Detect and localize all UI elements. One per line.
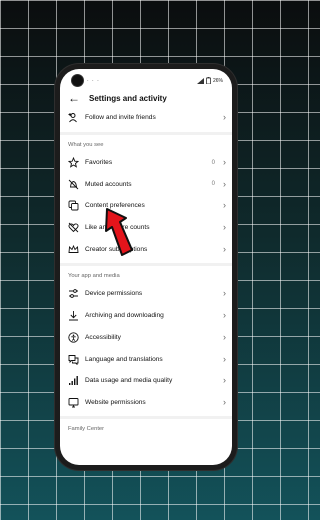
crown-icon <box>68 244 79 255</box>
favorites-count: 0 <box>211 159 215 166</box>
monitor-icon <box>68 397 79 408</box>
back-arrow-icon[interactable]: ← <box>68 92 86 104</box>
chevron-right-icon: › <box>223 310 226 321</box>
divider <box>60 131 232 135</box>
phone-frame: · · · 26% ← Settings and activity Follow… <box>55 64 237 470</box>
download-icon <box>68 310 79 321</box>
signal-icon <box>68 375 79 386</box>
accessibility-label: Accessibility <box>85 333 121 341</box>
chevron-right-icon: › <box>223 178 226 189</box>
add-person-icon <box>68 112 79 123</box>
language-translations-label: Language and translations <box>85 355 163 363</box>
archiving-downloading-label: Archiving and downloading <box>85 312 164 320</box>
muted-accounts-item[interactable]: Muted accounts 0 › <box>60 173 232 195</box>
like-share-counts-item[interactable]: Like and share counts › <box>60 217 232 239</box>
muted-accounts-count: 0 <box>211 181 215 188</box>
language-translations-item[interactable]: Language and translations › <box>60 348 232 370</box>
chevron-right-icon: › <box>223 331 226 342</box>
section-app-media: Your app and media <box>68 273 120 280</box>
muted-bell-icon <box>68 179 79 190</box>
website-permissions-item[interactable]: Website permissions › <box>60 392 232 414</box>
heart-off-icon <box>68 222 79 233</box>
archiving-downloading-item[interactable]: Archiving and downloading › <box>60 305 232 327</box>
chevron-right-icon: › <box>223 375 226 386</box>
content-preferences-item[interactable]: Content preferences › <box>60 195 232 217</box>
red-pointer-arrow-icon <box>105 208 133 256</box>
content-icon <box>68 200 79 211</box>
battery-level: 26% <box>212 77 223 84</box>
accessibility-item[interactable]: Accessibility › <box>60 327 232 349</box>
battery-icon <box>206 77 211 84</box>
data-usage-label: Data usage and media quality <box>85 377 173 385</box>
chevron-right-icon: › <box>223 222 226 233</box>
chevron-right-icon: › <box>223 157 226 168</box>
star-icon <box>68 157 79 168</box>
status-left: · · · <box>87 78 100 84</box>
camera-icon <box>72 75 83 86</box>
data-usage-item[interactable]: Data usage and media quality › <box>60 370 232 392</box>
section-family-center: Family Center <box>68 426 105 433</box>
favorites-item[interactable]: Favorites 0 › <box>60 152 232 174</box>
status-right: 26% <box>196 77 223 84</box>
device-permissions-item[interactable]: Device permissions › <box>60 283 232 305</box>
divider <box>60 416 232 420</box>
follow-invite-label: Follow and invite friends <box>85 114 156 122</box>
settings-header: ← Settings and activity <box>60 89 232 107</box>
translate-icon <box>68 354 79 365</box>
chevron-right-icon: › <box>223 353 226 364</box>
divider <box>60 263 232 267</box>
signal-status-icon <box>196 77 204 84</box>
muted-accounts-label: Muted accounts <box>85 180 132 188</box>
chevron-right-icon: › <box>223 200 226 211</box>
section-what-you-see: What you see <box>68 141 104 148</box>
device-permissions-label: Device permissions <box>85 290 143 298</box>
page-title: Settings and activity <box>89 93 167 103</box>
chevron-right-icon: › <box>223 243 226 254</box>
toggle-icon <box>68 288 79 299</box>
status-bar: · · · 26% <box>60 69 232 89</box>
chevron-right-icon: › <box>223 112 226 123</box>
chevron-right-icon: › <box>223 288 226 299</box>
website-permissions-label: Website permissions <box>85 398 146 406</box>
follow-invite-item[interactable]: Follow and invite friends › <box>60 107 232 129</box>
creator-subscriptions-item[interactable]: Creator subscriptions › <box>60 238 232 260</box>
accessibility-icon <box>68 332 79 343</box>
favorites-label: Favorites <box>85 159 113 167</box>
chevron-right-icon: › <box>223 396 226 407</box>
phone-screen: · · · 26% ← Settings and activity Follow… <box>60 69 232 465</box>
